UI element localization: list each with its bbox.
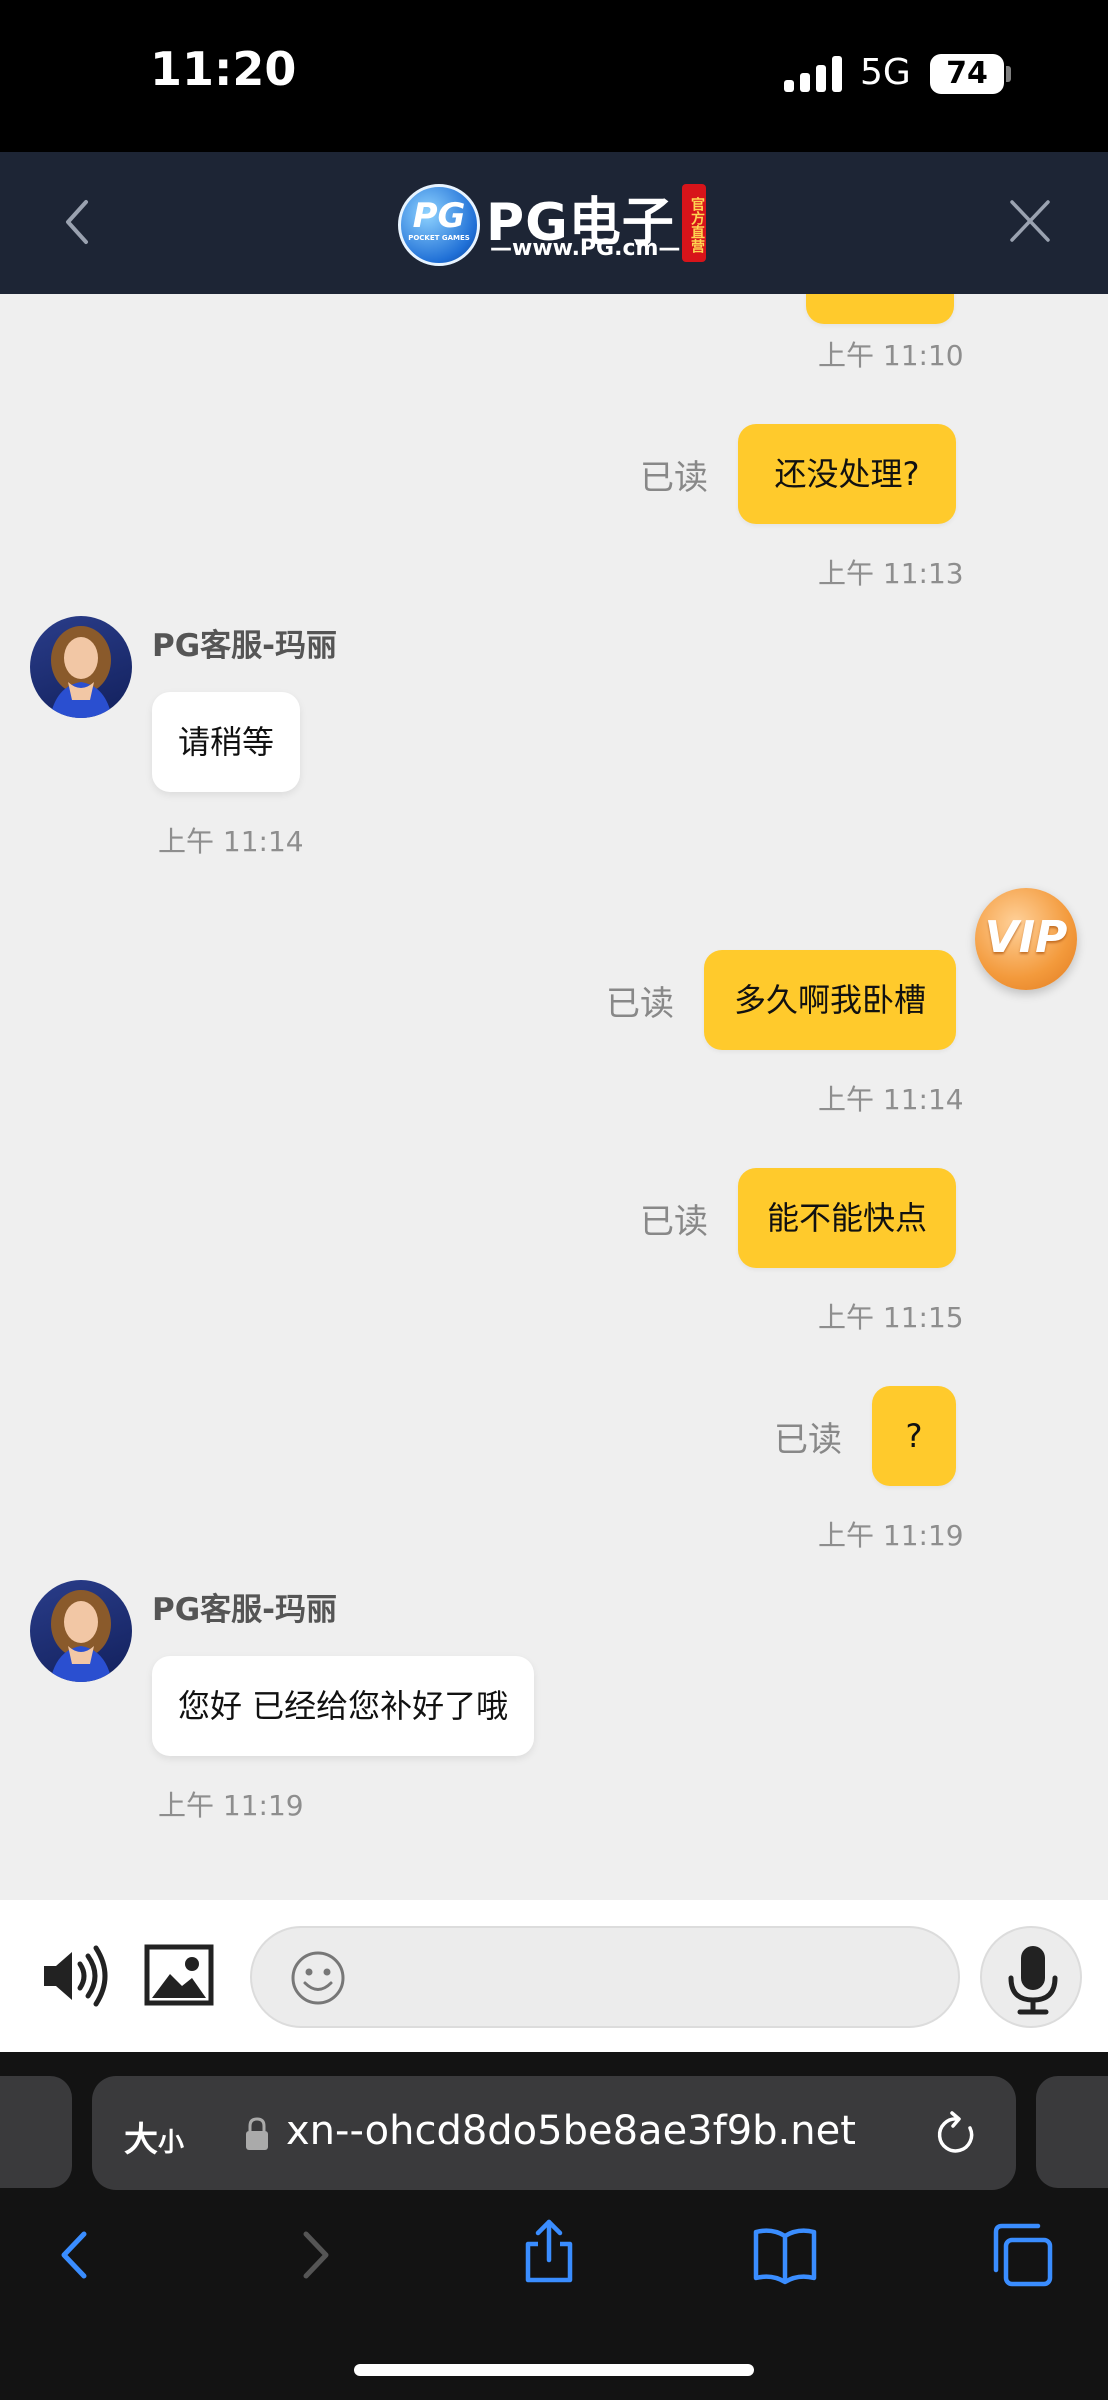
message-bubble-outgoing (806, 294, 954, 324)
back-icon[interactable] (40, 2220, 110, 2290)
network-type: 5G (860, 52, 911, 93)
reload-icon[interactable] (934, 2110, 980, 2158)
read-status: 已读 (606, 984, 674, 1024)
message-bubble-outgoing: 多久啊我卧槽 (704, 950, 956, 1050)
message-bubble-incoming: 您好 已经给您补好了哦 (152, 1656, 535, 1756)
text-size-small: 小 (158, 2128, 185, 2158)
agent-avatar (30, 1580, 132, 1682)
message-input[interactable] (250, 1926, 960, 2028)
message-time: 上午 11:14 (158, 825, 304, 858)
read-status: 已读 (640, 458, 708, 498)
vip-badge-label: VIP (984, 912, 1068, 963)
agent-name: PG客服-玛丽 (152, 628, 338, 664)
signal-icon (784, 56, 842, 92)
microphone-button[interactable] (980, 1926, 1082, 2028)
share-icon[interactable] (514, 2216, 584, 2286)
chevron-left-icon[interactable] (56, 190, 100, 254)
logo-url: —www.PG.cm— (490, 236, 681, 261)
speaker-icon[interactable] (40, 1944, 110, 2008)
message-time: 上午 11:14 (818, 1083, 964, 1116)
brand-logo: PG POCKET GAMES PG电子 —www.PG.cm— 官方直营 (398, 180, 708, 266)
message-time: 上午 11:10 (818, 339, 964, 372)
text-size-big: 大 (124, 2120, 158, 2160)
image-icon[interactable] (144, 1944, 214, 2006)
chat-area: 上午 11:10 已读 还没处理? 上午 11:13 PG客服-玛丽 请稍等 上… (0, 294, 1108, 1900)
read-status: 已读 (774, 1420, 842, 1460)
message-time: 上午 11:15 (818, 1301, 964, 1334)
close-icon[interactable] (1008, 196, 1052, 246)
lock-icon (246, 2117, 268, 2150)
message-time: 上午 11:19 (818, 1519, 964, 1552)
message-bubble-outgoing: 能不能快点 (738, 1168, 956, 1268)
next-tab-preview[interactable] (1036, 2076, 1108, 2188)
logo-badge: 官方直营 (682, 184, 706, 262)
tabs-icon[interactable] (986, 2220, 1056, 2290)
url-text: xn--ohcd8do5be8ae3f9b.net (286, 2108, 856, 2154)
message-bubble-outgoing: 还没处理? (738, 424, 956, 524)
status-time: 11:20 (150, 42, 297, 96)
read-status: 已读 (640, 1202, 708, 1242)
agent-avatar (30, 616, 132, 718)
battery-icon: 74 (930, 54, 1004, 94)
previous-tab-preview[interactable] (0, 2076, 72, 2188)
logo-mark-text: PG (412, 196, 466, 236)
logo-mark-subtext: POCKET GAMES (408, 234, 470, 242)
microphone-icon (1008, 1946, 1058, 2015)
message-time: 上午 11:19 (158, 1789, 304, 1822)
message-bubble-incoming: 请稍等 (152, 692, 301, 792)
forward-icon[interactable] (280, 2220, 350, 2290)
avatar-image (50, 626, 112, 718)
emoji-icon[interactable] (290, 1950, 346, 2006)
message-time: 上午 11:13 (818, 557, 964, 590)
avatar-image (50, 1590, 112, 1682)
text-size-button[interactable]: 大小 (124, 2112, 184, 2161)
bookmarks-icon[interactable] (750, 2220, 820, 2290)
battery-tip (1006, 66, 1011, 82)
message-bubble-outgoing: ? (872, 1386, 956, 1486)
home-indicator (354, 2364, 754, 2376)
agent-name: PG客服-玛丽 (152, 1592, 338, 1628)
